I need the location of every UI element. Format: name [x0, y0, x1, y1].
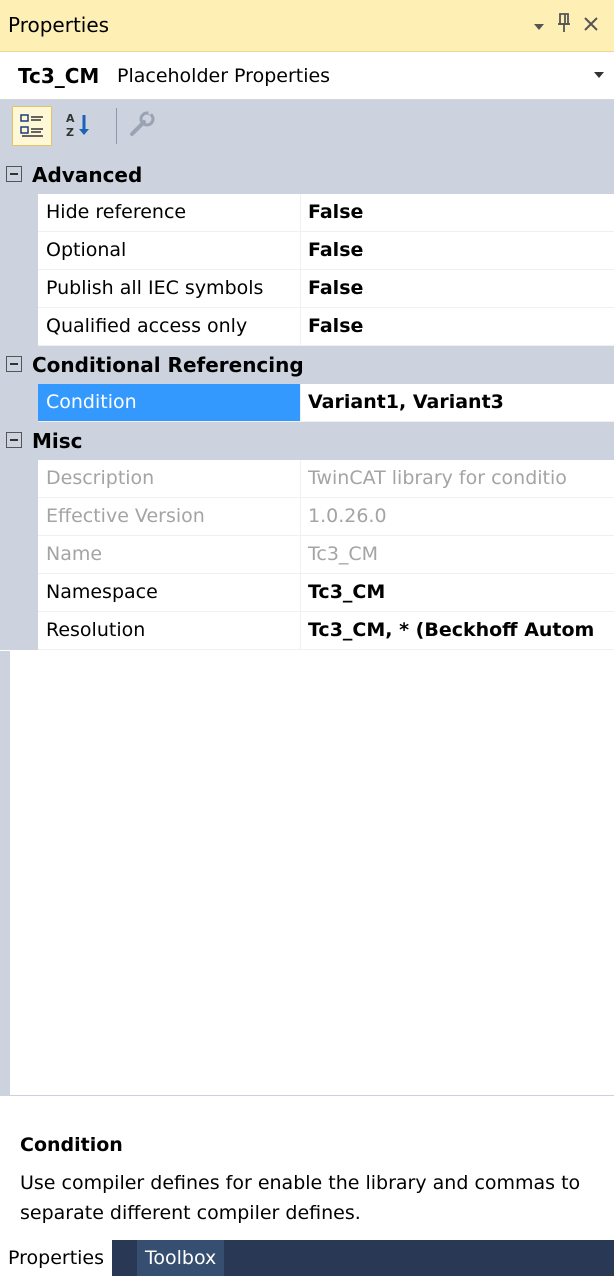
property-name: Publish all IEC symbols: [38, 270, 300, 308]
property-value[interactable]: Tc3_CM, * (Beckhoff Autom: [300, 612, 614, 650]
svg-text:A: A: [66, 112, 75, 125]
categorized-icon: [20, 114, 43, 137]
property-value[interactable]: False: [300, 194, 614, 232]
property-name: Description: [38, 460, 300, 498]
object-name: Tc3_CM: [18, 64, 100, 88]
property-value: Tc3_CM: [300, 536, 614, 574]
object-type: Placeholder Properties: [117, 65, 331, 87]
property-value: TwinCAT library for conditio: [300, 460, 614, 498]
window-title-bar: Properties: [0, 0, 614, 52]
categorized-button[interactable]: [12, 106, 52, 146]
property-row[interactable]: Hide reference False: [0, 194, 614, 232]
collapse-icon[interactable]: [6, 356, 22, 372]
property-row[interactable]: Effective Version 1.0.26.0: [0, 498, 614, 536]
property-row[interactable]: Optional False: [0, 232, 614, 270]
close-icon[interactable]: [582, 14, 600, 38]
property-row[interactable]: Namespace Tc3_CM: [0, 574, 614, 612]
alphabetical-sort-icon: A Z: [66, 112, 89, 139]
property-row[interactable]: Description TwinCAT library for conditio: [0, 460, 614, 498]
property-name: Name: [38, 536, 300, 574]
toolbar-separator: [116, 108, 117, 144]
alphabetical-button[interactable]: A Z: [62, 106, 102, 146]
property-value[interactable]: False: [300, 308, 614, 346]
property-row[interactable]: Publish all IEC symbols False: [0, 270, 614, 308]
property-grid: Advanced Hide reference False Optional F…: [0, 156, 614, 651]
category-label: Misc: [32, 429, 83, 453]
category-label: Advanced: [32, 163, 143, 187]
property-value[interactable]: False: [300, 270, 614, 308]
property-name: Hide reference: [38, 194, 300, 232]
property-value[interactable]: False: [300, 232, 614, 270]
property-name: Qualified access only: [38, 308, 300, 346]
property-value[interactable]: Tc3_CM: [300, 574, 614, 612]
chevron-down-icon[interactable]: [594, 72, 604, 78]
pin-icon[interactable]: [556, 12, 572, 39]
description-text: Use compiler defines for enable the libr…: [20, 1172, 581, 1224]
category-conditional-referencing[interactable]: Conditional Referencing: [0, 346, 614, 384]
category-advanced[interactable]: Advanced: [0, 156, 614, 194]
property-name: Resolution: [38, 612, 300, 650]
property-name: Optional: [38, 232, 300, 270]
property-name: Condition: [38, 384, 300, 422]
tool-window-tabs: Properties Toolbox: [0, 1240, 614, 1276]
grid-empty-gutter: [0, 651, 10, 1095]
property-name: Effective Version: [38, 498, 300, 536]
category-label: Conditional Referencing: [32, 353, 304, 377]
collapse-icon[interactable]: [6, 432, 22, 448]
property-row-condition[interactable]: Condition Variant1, Variant3: [0, 384, 614, 422]
property-row[interactable]: Qualified access only False: [0, 308, 614, 346]
description-pane: Condition Use compiler defines for enabl…: [0, 1095, 614, 1241]
toolbar: A Z: [0, 100, 614, 156]
window-title: Properties: [8, 13, 110, 37]
description-title: Condition: [20, 1134, 123, 1156]
dropdown-arrow-icon[interactable]: [532, 14, 546, 38]
collapse-icon[interactable]: [6, 166, 22, 182]
property-value[interactable]: Variant1, Variant3: [300, 384, 614, 422]
property-pages-icon: [130, 108, 155, 136]
property-row[interactable]: Name Tc3_CM: [0, 536, 614, 574]
object-selector[interactable]: Tc3_CM Placeholder Properties: [0, 52, 614, 100]
property-pages-button[interactable]: [122, 106, 162, 146]
property-value: 1.0.26.0: [300, 498, 614, 536]
category-misc[interactable]: Misc: [0, 422, 614, 460]
property-row[interactable]: Resolution Tc3_CM, * (Beckhoff Autom: [0, 612, 614, 650]
tab-properties[interactable]: Properties: [0, 1240, 113, 1276]
tab-toolbox[interactable]: Toolbox: [137, 1240, 225, 1276]
property-name: Namespace: [38, 574, 300, 612]
svg-text:Z: Z: [66, 126, 74, 139]
